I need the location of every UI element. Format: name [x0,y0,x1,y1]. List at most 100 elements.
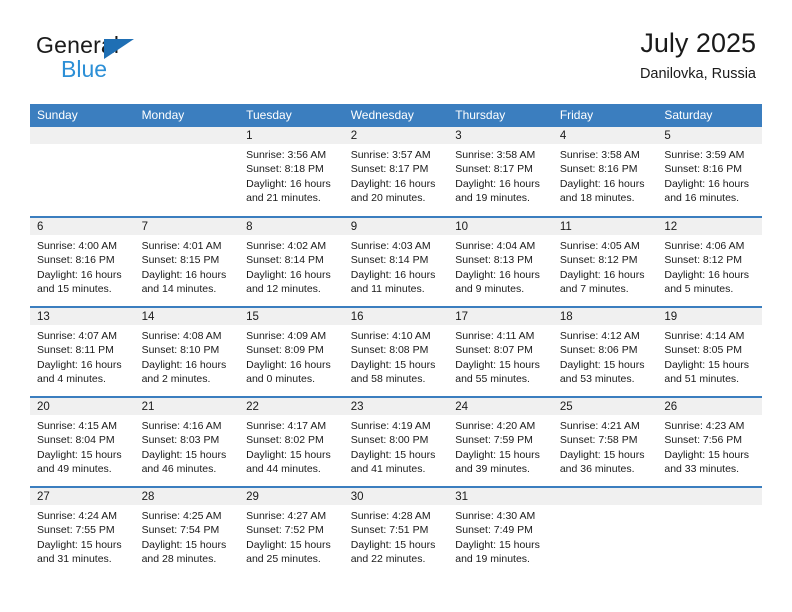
calendar-day-cell[interactable]: 23 Sunrise: 4:19 AM Sunset: 8:00 PM Dayligh… [343,396,449,488]
calendar-day-cell[interactable]: 1 Sunrise: 3:56 AM Sunset: 8:18 PM Daylight… [239,127,344,217]
calendar-day-cell[interactable]: 20 Sunrise: 4:15 AM Sunset: 8:04 PM Dayligh… [30,396,135,488]
sunrise-text: Sunrise: 4:20 AM [455,420,536,433]
daylight-text-line1: Daylight: 16 hours [246,358,331,371]
day-details: Sunrise: 3:58 AM Sunset: 8:16 PM Daylight:… [553,144,658,205]
calendar-day-cell[interactable]: 15 Sunrise: 4:09 AM Sunset: 8:09 PM Dayligh… [239,306,344,398]
calendar-day-cell[interactable]: 25 Sunrise: 4:21 AM Sunset: 7:58 PM Dayligh… [552,396,658,488]
calendar-day-cell[interactable]: 30 Sunrise: 4:28 AM Sunset: 7:51 PM Dayligh… [343,486,449,578]
calendar-day-cell[interactable]: 31 Sunrise: 4:30 AM Sunset: 7:49 PM Dayligh… [448,486,553,578]
day-number [657,488,762,506]
sunrise-text: Sunrise: 4:24 AM [37,510,117,523]
day-number: 21 [134,398,240,416]
calendar-body: 1 Sunrise: 3:56 AM Sunset: 8:18 PM Daylight… [30,127,762,578]
calendar-day-cell[interactable]: 29 Sunrise: 4:27 AM Sunset: 7:52 PM Dayligh… [239,486,344,578]
sunrise-text: Sunrise: 3:56 AM [246,149,327,162]
daylight-text-line1: Daylight: 15 hours [664,358,750,371]
calendar-table: Sunday Monday Tuesday Wednesday Thursday… [30,104,762,578]
daylight-text-line2: and 51 minutes. [664,372,740,385]
daylight-text-line1: Daylight: 16 hours [350,268,436,281]
sunset-text: Sunset: 8:11 PM [37,344,114,357]
calendar-day-cell[interactable]: 6 Sunrise: 4:00 AM Sunset: 8:16 PM Daylight… [30,216,135,308]
sunset-text: Sunset: 8:06 PM [559,344,638,357]
page-header: General Blue July 2025 Danilovka, Russia [0,0,792,100]
daylight-text-line1: Daylight: 15 hours [350,448,436,461]
daylight-text-line1: Daylight: 15 hours [455,448,540,461]
day-number: 10 [448,218,553,236]
daylight-text-line1: Daylight: 16 hours [455,268,540,281]
day-details: Sunrise: 4:02 AM Sunset: 8:14 PM Daylight:… [239,235,344,296]
brand-triangle-icon [104,39,134,59]
calendar-day-cell[interactable]: 24 Sunrise: 4:20 AM Sunset: 7:59 PM Dayligh… [448,396,553,488]
daylight-text-line2: and 31 minutes. [37,552,112,565]
daylight-text-line2: and 16 minutes. [664,191,740,204]
calendar-day-cell[interactable]: 26 Sunrise: 4:23 AM Sunset: 7:56 PM Dayligh… [657,396,762,488]
calendar-day-cell[interactable]: 2 Sunrise: 3:57 AM Sunset: 8:17 PM Daylight… [343,127,449,217]
calendar-week-row: 1 Sunrise: 3:56 AM Sunset: 8:18 PM Daylight… [30,127,762,217]
calendar-day-cell[interactable]: 9 Sunrise: 4:03 AM Sunset: 8:14 PM Daylight… [343,216,449,308]
day-number: 24 [448,398,553,416]
daylight-text-line1: Daylight: 15 hours [559,358,645,371]
calendar-day-cell[interactable]: 12 Sunrise: 4:06 AM Sunset: 8:12 PM Dayligh… [657,216,762,308]
day-number: 5 [657,127,762,145]
calendar-day-cell[interactable]: 10 Sunrise: 4:04 AM Sunset: 8:13 PM Dayligh… [448,216,553,308]
calendar-day-cell[interactable]: 17 Sunrise: 4:11 AM Sunset: 8:07 PM Dayligh… [448,306,553,398]
day-details: Sunrise: 3:56 AM Sunset: 8:18 PM Daylight:… [239,144,344,205]
generalblue-logo[interactable]: General Blue [36,34,266,90]
calendar-day-cell[interactable]: 22 Sunrise: 4:17 AM Sunset: 8:02 PM Dayligh… [239,396,344,488]
daylight-text-line1: Daylight: 15 hours [141,538,227,551]
sunset-text: Sunset: 7:58 PM [559,434,638,447]
sunrise-text: Sunrise: 4:01 AM [141,240,222,253]
sunrise-text: Sunrise: 4:15 AM [37,420,117,433]
calendar-day-cell[interactable]: 8 Sunrise: 4:02 AM Sunset: 8:14 PM Daylight… [239,216,344,308]
calendar-day-cell[interactable]: 5 Sunrise: 3:59 AM Sunset: 8:16 PM Daylight… [657,127,762,217]
daylight-text-line2: and 58 minutes. [350,372,426,385]
sunrise-text: Sunrise: 4:21 AM [559,420,640,433]
sunrise-text: Sunrise: 4:23 AM [664,420,745,433]
day-details: Sunrise: 4:27 AM Sunset: 7:52 PM Daylight:… [239,505,344,566]
sunrise-text: Sunrise: 3:58 AM [559,149,640,162]
calendar-day-cell[interactable]: 11 Sunrise: 4:05 AM Sunset: 8:12 PM Dayligh… [552,216,658,308]
calendar-day-cell[interactable]: 16 Sunrise: 4:10 AM Sunset: 8:08 PM Dayligh… [343,306,449,398]
day-number: 20 [30,398,135,416]
day-number: 2 [343,127,449,145]
calendar-day-cell[interactable]: 3 Sunrise: 3:58 AM Sunset: 8:17 PM Daylight… [448,127,553,217]
calendar-day-cell[interactable]: 28 Sunrise: 4:25 AM Sunset: 7:54 PM Dayligh… [134,486,240,578]
sunrise-text: Sunrise: 4:04 AM [455,240,536,253]
sunset-text: Sunset: 7:56 PM [664,434,743,447]
daylight-text-line2: and 41 minutes. [350,462,426,475]
calendar-day-cell[interactable]: 14 Sunrise: 4:08 AM Sunset: 8:10 PM Dayligh… [134,306,240,398]
day-details: Sunrise: 4:16 AM Sunset: 8:03 PM Daylight:… [135,415,240,476]
sunrise-text: Sunrise: 4:06 AM [664,240,745,253]
sunrise-text: Sunrise: 4:03 AM [350,240,431,253]
sunrise-text: Sunrise: 4:12 AM [559,330,640,343]
daylight-text-line2: and 49 minutes. [37,462,112,475]
calendar-day-cell[interactable]: 19 Sunrise: 4:14 AM Sunset: 8:05 PM Dayligh… [657,306,762,398]
day-number [134,127,240,145]
day-number: 3 [448,127,553,145]
calendar-day-cell[interactable]: 18 Sunrise: 4:12 AM Sunset: 8:06 PM Dayligh… [552,306,658,398]
weekday-header-friday: Friday [552,104,658,128]
calendar-day-cell[interactable]: 13 Sunrise: 4:07 AM Sunset: 8:11 PM Dayligh… [30,306,135,398]
day-details: Sunrise: 4:24 AM Sunset: 7:55 PM Daylight:… [30,505,135,566]
calendar-day-cell[interactable]: 4 Sunrise: 3:58 AM Sunset: 8:16 PM Daylight… [552,127,658,217]
sunset-text: Sunset: 7:52 PM [246,524,324,537]
sunset-text: Sunset: 8:00 PM [350,434,429,447]
daylight-text-line2: and 12 minutes. [246,282,321,295]
calendar-day-cell[interactable]: 27 Sunrise: 4:24 AM Sunset: 7:55 PM Dayligh… [30,486,135,578]
day-details: Sunrise: 4:10 AM Sunset: 8:08 PM Daylight:… [344,325,449,386]
sunset-text: Sunset: 7:55 PM [37,524,115,537]
day-details: Sunrise: 4:14 AM Sunset: 8:05 PM Daylight:… [657,325,762,386]
sunset-text: Sunset: 7:49 PM [455,524,533,537]
daylight-text-line1: Daylight: 16 hours [246,268,331,281]
day-number: 26 [657,398,762,416]
calendar-day-cell[interactable]: 21 Sunrise: 4:16 AM Sunset: 8:03 PM Dayligh… [134,396,240,488]
day-details: Sunrise: 4:15 AM Sunset: 8:04 PM Daylight:… [30,415,135,476]
day-number: 8 [239,218,344,236]
sunrise-text: Sunrise: 3:59 AM [664,149,745,162]
calendar-cell-empty [657,486,762,578]
sunrise-text: Sunrise: 4:25 AM [141,510,222,523]
day-number: 18 [552,308,658,326]
day-details: Sunrise: 4:08 AM Sunset: 8:10 PM Daylight:… [135,325,240,386]
calendar-day-cell[interactable]: 7 Sunrise: 4:01 AM Sunset: 8:15 PM Daylight… [134,216,240,308]
daylight-text-line1: Daylight: 15 hours [246,448,331,461]
